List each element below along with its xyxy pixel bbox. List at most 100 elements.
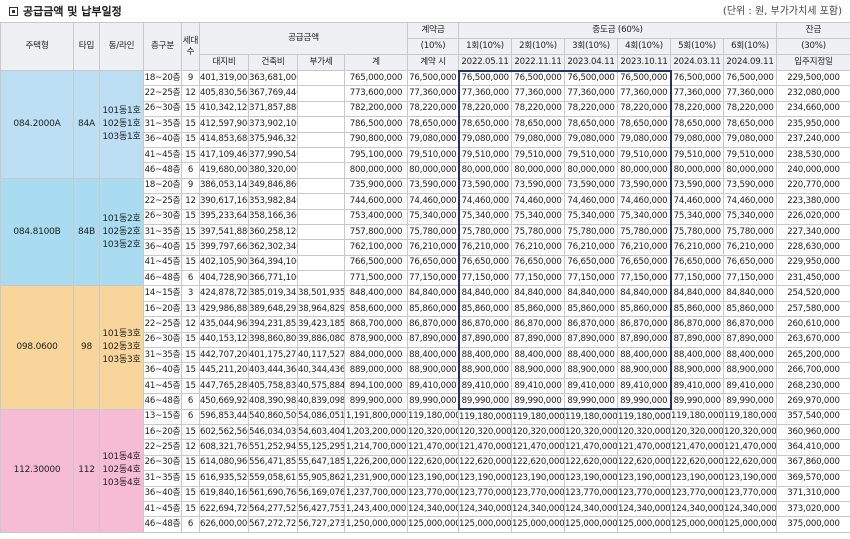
cell-dong-line: 101동3호 102동3호 103동3호 [99, 285, 144, 410]
cell-households: 9 [181, 177, 200, 195]
cell-total: 762,100,000 [343, 239, 409, 256]
cell-total: 766,500,000 [343, 254, 409, 272]
cell-middle-payment: 122,620,000 [723, 454, 778, 472]
cell-contract: 85,860,000 [407, 300, 460, 318]
cell-total: 771,500,000 [343, 270, 409, 287]
cell-middle-payment: 80,000,000 [670, 162, 725, 179]
cell-middle-payment: 78,650,000 [723, 116, 778, 133]
cell-contract: 79,080,000 [407, 131, 460, 148]
cell-middle-payment: 121,470,000 [723, 439, 778, 456]
table-row: 098.0600 98 101동3호 102동3호 103동3호 14~15층 3 424,8… [0, 285, 850, 410]
cell-building: 398,860,800 [248, 331, 298, 349]
cell-middle-payment: 122,620,000 [564, 454, 619, 472]
cell-middle-payment: 119,180,000 [511, 408, 566, 425]
cell-vat: 55,647,185 [297, 454, 345, 472]
cell-middle-payment: 73,590,000 [723, 177, 778, 195]
cell-vat [297, 146, 345, 164]
cell-building: 353,982,840 [248, 193, 298, 210]
cell-households: 6 [181, 270, 200, 287]
cell-households: 15 [181, 208, 200, 225]
dong-line-label: 102동1호 [102, 118, 141, 129]
cell-contract: 122,620,000 [407, 454, 460, 472]
cell-contract: 88,400,000 [407, 347, 460, 364]
cell-floor: 41~45층 [143, 146, 182, 164]
cell-middle-payment: 75,780,000 [511, 223, 566, 241]
cell-balance: 260,610,000 [776, 316, 850, 333]
supply-price-table: 주택형 타입 동/라인 층구분 세대수 공급금액 계약금 중도금 (60%) 잔… [0, 22, 850, 533]
cell-middle-payment: 119,180,000 [458, 408, 513, 425]
cell-housing-type: 112.30000 [0, 408, 74, 533]
cell-balance: 240,000,000 [776, 162, 850, 179]
cell-middle-payment: 123,770,000 [511, 485, 566, 502]
cell-vat [297, 100, 345, 118]
cell-vat: 39,423,185 [297, 316, 345, 333]
cell-middle-payment: 86,870,000 [723, 316, 778, 333]
cell-middle-payment: 120,320,000 [670, 423, 725, 441]
dong-line-label: 101동4호 [102, 452, 141, 463]
cell-middle-payment: 89,410,000 [723, 377, 778, 395]
cell-middle-payment: 77,150,000 [564, 270, 619, 287]
cell-middle-payment: 86,870,000 [670, 316, 725, 333]
cell-land: 619,840,160 [199, 485, 249, 502]
cell-households: 15 [181, 485, 200, 502]
cell-land: 386,053,140 [199, 177, 249, 195]
header-middle-date: 2024.09.11 [723, 54, 778, 71]
cell-households: 6 [181, 162, 200, 179]
cell-vat [297, 131, 345, 148]
cell-contract: 73,590,000 [407, 177, 460, 195]
cell-building: 375,946,320 [248, 131, 298, 148]
cell-middle-payment: 86,870,000 [564, 316, 619, 333]
cell-middle-payment: 78,220,000 [564, 100, 619, 118]
cell-total: 786,500,000 [343, 116, 409, 133]
cell-middle-payment: 120,320,000 [617, 423, 672, 441]
cell-vat: 38,964,829 [297, 300, 345, 318]
cell-balance: 367,860,000 [776, 454, 850, 472]
cell-floor: 46~48층 [143, 393, 182, 410]
cell-middle-payment: 78,650,000 [457, 116, 513, 133]
cell-floor: 16~20층 [143, 423, 182, 441]
header-land: 대지비 [199, 54, 249, 71]
cell-middle-payment: 120,320,000 [511, 423, 566, 441]
cell-households: 15 [181, 500, 200, 518]
cell-middle-payment: 79,510,000 [670, 146, 725, 164]
header-balance: 잔금 [776, 22, 850, 39]
cell-land: 412,597,900 [199, 116, 249, 133]
cell-total: 899,900,000 [343, 393, 409, 410]
cell-middle-payment: 75,780,000 [457, 223, 513, 241]
cell-middle-payment: 78,220,000 [511, 100, 566, 118]
cell-building: 559,058,618 [248, 470, 298, 487]
cell-contract: 77,360,000 [407, 85, 460, 102]
cell-floor: 41~45층 [143, 377, 182, 395]
cell-floor: 31~35층 [143, 470, 182, 487]
cell-total: 1,243,400,000 [343, 500, 409, 518]
cell-middle-payment: 89,990,000 [670, 393, 725, 410]
cell-vat [297, 69, 345, 87]
cell-total: 765,000,000 [343, 69, 409, 87]
cell-middle-payment: 79,080,000 [670, 131, 725, 148]
dong-line-label: 101동3호 [102, 329, 141, 340]
cell-middle-payment: 76,650,000 [670, 254, 725, 272]
cell-middle-payment: 125,000,000 [670, 516, 725, 533]
cell-middle-payment: 76,500,000 [670, 69, 725, 87]
header-households: 세대수 [181, 22, 200, 71]
cell-middle-payment: 88,400,000 [511, 347, 566, 364]
cell-contract: 75,780,000 [407, 223, 460, 241]
cell-middle-payment: 119,180,000 [670, 408, 725, 425]
cell-middle-payment: 119,180,000 [723, 408, 778, 425]
cell-middle-payment: 87,890,000 [723, 331, 778, 349]
supply-price-page: 공급금액 및 납부일정 (단위 : 원, 부가가치세 포함) 주택형 타입 동/… [0, 0, 850, 539]
cell-floor: 41~45층 [143, 500, 182, 518]
cell-middle-payment: 89,990,000 [564, 393, 619, 411]
cell-floor: 36~40층 [143, 485, 182, 502]
cell-middle-payment: 76,650,000 [511, 254, 566, 272]
cell-middle-payment: 124,340,000 [617, 500, 672, 518]
square-bullet-icon [9, 7, 18, 16]
cell-middle-payment: 85,860,000 [511, 300, 566, 318]
cell-building: 540,860,509 [248, 408, 298, 425]
cell-middle-payment: 79,510,000 [723, 146, 778, 164]
title-bar: 공급금액 및 납부일정 (단위 : 원, 부가가치세 포함) [9, 4, 842, 20]
cell-vat [297, 162, 345, 179]
cell-middle-payment: 119,180,000 [617, 408, 672, 425]
cell-middle-payment: 75,340,000 [670, 208, 725, 225]
cell-vat [297, 193, 345, 210]
